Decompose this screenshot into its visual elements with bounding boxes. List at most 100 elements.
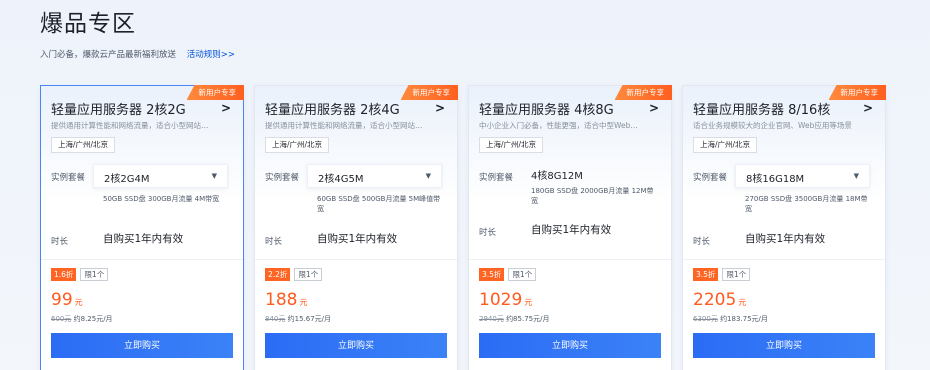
price: 99 元 bbox=[51, 290, 83, 310]
monthly-price: 约183.75元/月 bbox=[720, 315, 768, 323]
duration-value: 自购买1年内有效 bbox=[531, 224, 612, 236]
chevron-right-icon[interactable]: > bbox=[863, 101, 873, 115]
spec-detail: 270GB SSD盘 3500GB月流量 18M带宽 bbox=[745, 195, 868, 213]
product-name[interactable]: 轻量应用服务器 4核8G bbox=[479, 99, 661, 118]
buy-now-button[interactable]: 立即购买 bbox=[693, 333, 875, 358]
product-description: 适合业务规模较大的企业官网、Web应用等场景 bbox=[693, 121, 852, 130]
duration-label: 时长 bbox=[265, 237, 283, 247]
monthly-price: 约15.67元/月 bbox=[287, 315, 332, 323]
price-unit: 元 bbox=[74, 298, 83, 307]
activity-rules-link[interactable]: 活动规则>> bbox=[187, 50, 235, 60]
product-card-list: 新用户专享 轻量应用服务器 2核2G > 提供通用计算性能和网络流量，适合小型网… bbox=[40, 85, 930, 370]
region-tag: 上海/广州/北京 bbox=[265, 137, 330, 153]
price: 1029 元 bbox=[479, 290, 532, 310]
chevron-right-icon[interactable]: > bbox=[435, 101, 445, 115]
badge-row: 2.2折 限1个 bbox=[265, 268, 323, 281]
section-subtitle: 入门必备，爆款云产品最新福利放送 活动规则>> bbox=[40, 48, 235, 60]
spec-select[interactable]: 2核4G5M ▼ bbox=[307, 164, 442, 188]
spec-label: 实例套餐 bbox=[479, 173, 514, 183]
discount-badge: 2.2折 bbox=[265, 268, 291, 281]
monthly-price: 约8.25元/月 bbox=[73, 315, 113, 323]
new-user-ribbon: 新用户专享 bbox=[400, 85, 458, 100]
page-title: 爆品专区 bbox=[40, 11, 136, 37]
price-value: 99 bbox=[51, 290, 73, 310]
price-unit: 元 bbox=[299, 298, 308, 307]
spec-select[interactable]: 2核2G4M ▼ bbox=[93, 164, 228, 188]
product-card: 新用户专享 轻量应用服务器 2核4G > 提供通用计算性能和网络流量，适合小型网… bbox=[254, 85, 458, 370]
new-user-ribbon: 新用户专享 bbox=[828, 85, 886, 100]
subtitle-text: 入门必备，爆款云产品最新福利放送 bbox=[40, 50, 177, 60]
chevron-right-icon[interactable]: > bbox=[221, 101, 231, 115]
spec-detail: 60GB SSD盘 500GB月流量 5M峰值带宽 bbox=[317, 195, 441, 213]
discount-badge: 1.6折 bbox=[51, 268, 77, 281]
buy-now-button[interactable]: 立即购买 bbox=[265, 333, 447, 358]
duration-label: 时长 bbox=[479, 228, 497, 238]
original-price-row: 840元 约15.67元/月 bbox=[265, 314, 331, 324]
original-price-row: 2940元 约85.75元/月 bbox=[479, 314, 549, 324]
price-value: 2205 bbox=[693, 290, 737, 310]
price-value: 1029 bbox=[479, 290, 523, 310]
chevron-right-icon[interactable]: > bbox=[649, 101, 659, 115]
spec-select[interactable]: 8核16G18M ▼ bbox=[735, 164, 870, 188]
spec-label: 实例套餐 bbox=[693, 173, 728, 183]
divider bbox=[683, 259, 885, 260]
duration-value: 自购买1年内有效 bbox=[103, 233, 184, 245]
product-description: 中小企业入门必备，性能更强，适合中型Web… bbox=[479, 121, 638, 130]
duration-value: 自购买1年内有效 bbox=[745, 233, 826, 245]
duration-label: 时长 bbox=[693, 237, 711, 247]
section-header: 爆品专区 入门必备，爆款云产品最新福利放送 活动规则>> bbox=[40, 8, 235, 60]
badge-row: 1.6折 限1个 bbox=[51, 268, 109, 281]
spec-detail: 50GB SSD盘 300GB月流量 4M带宽 bbox=[103, 195, 220, 203]
limit-badge: 限1个 bbox=[80, 268, 109, 281]
region-tag: 上海/广州/北京 bbox=[479, 137, 544, 153]
new-user-ribbon: 新用户专享 bbox=[614, 85, 672, 100]
spec-label: 实例套餐 bbox=[51, 173, 86, 183]
spec-detail: 180GB SSD盘 2000GB月流量 12M带宽 bbox=[531, 187, 654, 205]
price-unit: 元 bbox=[524, 298, 533, 307]
product-description: 提供通用计算性能和网络流量，适合小型网站… bbox=[51, 121, 209, 130]
spec-value: 4核8G12M bbox=[531, 171, 583, 182]
price-unit: 元 bbox=[738, 298, 747, 307]
badge-row: 3.5折 限1个 bbox=[479, 268, 537, 281]
limit-badge: 限1个 bbox=[508, 268, 537, 281]
original-price: 2940元 bbox=[479, 315, 504, 323]
price: 2205 元 bbox=[693, 290, 746, 310]
original-price: 600元 bbox=[51, 315, 72, 323]
limit-badge: 限1个 bbox=[722, 268, 751, 281]
product-card: 新用户专享 轻量应用服务器 4核8G > 中小企业入门必备，性能更强，适合中型W… bbox=[468, 85, 672, 370]
badge-row: 3.5折 限1个 bbox=[693, 268, 751, 281]
monthly-price: 约85.75元/月 bbox=[506, 315, 550, 323]
divider bbox=[255, 259, 457, 260]
limit-badge: 限1个 bbox=[294, 268, 323, 281]
caret-down-icon: ▼ bbox=[853, 172, 859, 180]
divider bbox=[41, 259, 243, 260]
new-user-ribbon: 新用户专享 bbox=[186, 85, 244, 100]
original-price: 840元 bbox=[265, 315, 286, 323]
spec-select-value: 2核2G4M bbox=[104, 174, 150, 185]
original-price-row: 600元 约8.25元/月 bbox=[51, 314, 113, 324]
product-card: 新用户专享 轻量应用服务器 2核2G > 提供通用计算性能和网络流量，适合小型网… bbox=[40, 85, 244, 370]
product-name[interactable]: 轻量应用服务器 2核4G bbox=[265, 99, 447, 118]
product-name[interactable]: 轻量应用服务器 2核2G bbox=[51, 99, 233, 118]
divider bbox=[469, 259, 671, 260]
product-card: 新用户专享 轻量应用服务器 8/16核 > 适合业务规模较大的企业官网、Web应… bbox=[682, 85, 886, 370]
price: 188 元 bbox=[265, 290, 307, 310]
caret-down-icon: ▼ bbox=[425, 172, 431, 180]
duration-value: 自购买1年内有效 bbox=[317, 233, 398, 245]
discount-badge: 3.5折 bbox=[479, 268, 505, 281]
original-price-row: 6300元 约183.75元/月 bbox=[693, 314, 768, 324]
spec-select-value: 2核4G5M bbox=[318, 174, 364, 185]
region-tag: 上海/广州/北京 bbox=[693, 137, 758, 153]
product-description: 提供通用计算性能和网络流量，适合小型网站… bbox=[265, 121, 423, 130]
buy-now-button[interactable]: 立即购买 bbox=[51, 333, 233, 358]
spec-label: 实例套餐 bbox=[265, 173, 300, 183]
buy-now-button[interactable]: 立即购买 bbox=[479, 333, 661, 358]
original-price: 6300元 bbox=[693, 315, 718, 323]
spec-select-value: 8核16G18M bbox=[746, 174, 805, 185]
price-value: 188 bbox=[265, 290, 298, 310]
caret-down-icon: ▼ bbox=[211, 172, 217, 180]
discount-badge: 3.5折 bbox=[693, 268, 719, 281]
region-tag: 上海/广州/北京 bbox=[51, 137, 116, 153]
duration-label: 时长 bbox=[51, 237, 69, 247]
product-name[interactable]: 轻量应用服务器 8/16核 bbox=[693, 99, 875, 118]
